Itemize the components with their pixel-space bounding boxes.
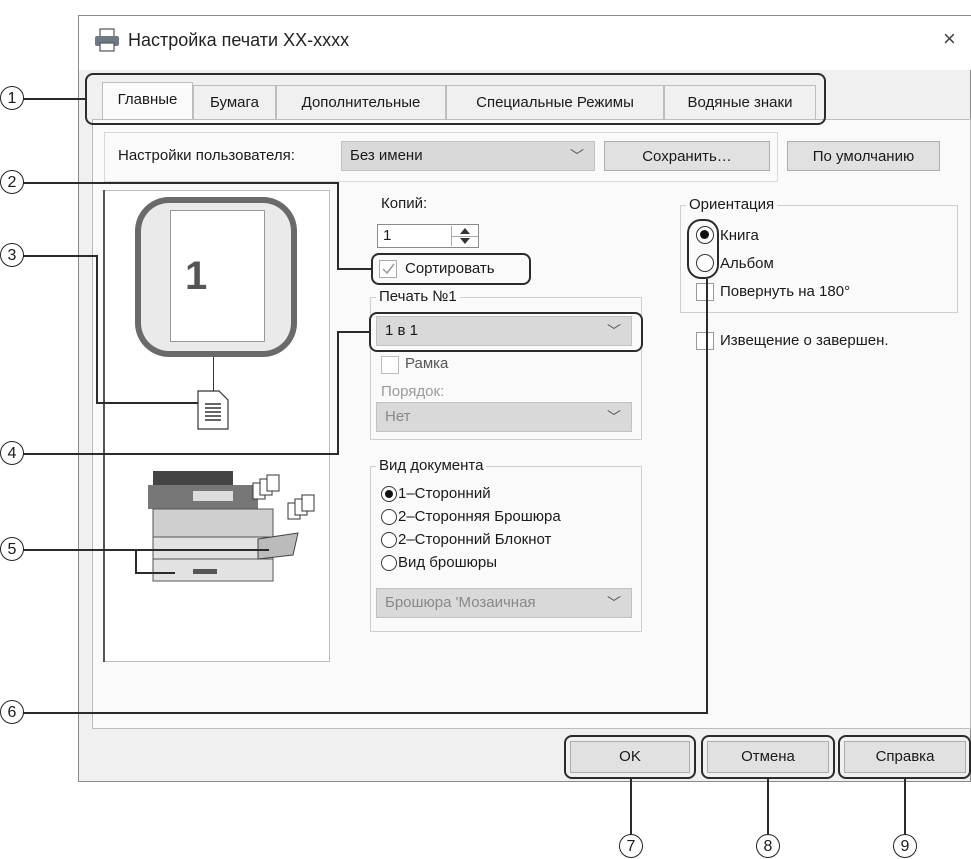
preview-left-edge <box>103 190 105 662</box>
callout-line <box>706 279 708 714</box>
callout-5: 5 <box>0 537 24 561</box>
callout-3: 3 <box>0 243 24 267</box>
callout-highlight-help <box>838 735 971 779</box>
callout-line <box>135 572 175 574</box>
callout-line <box>19 712 708 714</box>
order-value: Нет <box>385 408 411 425</box>
callout-line <box>19 98 86 100</box>
callout-highlight-ok <box>564 735 696 779</box>
rotate-180-checkbox[interactable] <box>696 283 714 301</box>
option-one-sided: 1–Сторонний <box>398 485 491 502</box>
callout-line <box>904 779 906 835</box>
preview-connector <box>213 357 214 391</box>
callout-line <box>135 549 137 574</box>
callout-line <box>337 331 370 333</box>
callout-7: 7 <box>619 834 643 858</box>
job-end-notice-label: Извещение о завершен. <box>720 332 889 349</box>
option-two-sided-booklet: 2–Сторонняя Брошюра <box>398 508 561 525</box>
callout-highlight-n-up <box>369 312 643 352</box>
border-checkbox[interactable] <box>381 356 399 374</box>
callout-highlight-cancel <box>701 735 835 779</box>
callout-highlight-orientation <box>687 219 719 279</box>
option-two-sided-tablet: 2–Сторонний Блокнот <box>398 531 552 548</box>
close-icon[interactable]: × <box>943 26 956 52</box>
rotate-180-label: Повернуть на 180° <box>720 283 851 300</box>
chevron-down-icon: ﹀ <box>607 409 621 425</box>
callout-line <box>96 255 98 403</box>
chevron-down-icon: ﹀ <box>607 595 621 611</box>
preview-page-number: 1 <box>185 254 208 298</box>
radio-two-sided-booklet[interactable] <box>381 509 397 525</box>
callout-highlight-tabs <box>85 73 826 125</box>
callout-line <box>337 268 372 270</box>
default-button[interactable]: По умолчанию <box>787 141 940 171</box>
paper-preview-frame <box>135 197 297 357</box>
user-settings-dropdown[interactable]: Без имени ﹀ <box>341 141 595 171</box>
job-end-notice-checkbox[interactable] <box>696 332 714 350</box>
radio-one-sided[interactable] <box>381 486 397 502</box>
callout-line <box>767 779 769 835</box>
callout-line <box>19 182 338 184</box>
printer-icon <box>95 28 119 52</box>
user-settings-value: Без имени <box>350 147 423 164</box>
callout-line <box>19 255 97 257</box>
window-title: Настройка печати XX-xxxx <box>128 30 350 50</box>
callout-9: 9 <box>893 834 917 858</box>
order-dropdown[interactable]: Нет ﹀ <box>376 402 632 432</box>
callout-1: 1 <box>0 86 24 110</box>
callout-4: 4 <box>0 441 24 465</box>
save-button[interactable]: Сохранить… <box>604 141 770 171</box>
stepper-down-icon[interactable] <box>460 238 470 244</box>
copies-field[interactable]: 1 <box>377 224 479 248</box>
document-style-title: Вид документа <box>376 457 487 474</box>
radio-two-sided-tablet[interactable] <box>381 532 397 548</box>
callout-2: 2 <box>0 170 24 194</box>
document-icon <box>197 390 229 430</box>
orientation-title: Ориентация <box>686 196 778 213</box>
border-label: Рамка <box>405 355 449 372</box>
callout-6: 6 <box>0 700 24 724</box>
stepper-up-icon[interactable] <box>460 228 470 234</box>
copies-value: 1 <box>383 227 392 244</box>
n-up-group-title: Печать №1 <box>376 288 460 305</box>
callout-8: 8 <box>756 834 780 858</box>
chevron-down-icon: ﹀ <box>570 148 584 164</box>
callout-line <box>630 779 632 835</box>
callout-line <box>337 331 339 455</box>
callout-line <box>337 182 339 269</box>
callout-line <box>19 549 269 551</box>
callout-line <box>96 402 198 404</box>
copies-stepper[interactable] <box>451 226 478 246</box>
booklet-value: Брошюра 'Мозаичная <box>385 594 536 611</box>
option-landscape: Альбом <box>720 255 774 272</box>
callout-line <box>19 453 339 455</box>
copies-label: Копий: <box>381 195 428 212</box>
order-label: Порядок: <box>381 383 445 400</box>
booklet-dropdown[interactable]: Брошюра 'Мозаичная ﹀ <box>376 588 632 618</box>
user-settings-label: Настройки пользователя: <box>118 147 295 164</box>
radio-booklet[interactable] <box>381 555 397 571</box>
option-portrait: Книга <box>720 227 759 244</box>
callout-highlight-collate <box>371 253 531 285</box>
option-booklet: Вид брошюры <box>398 554 497 571</box>
